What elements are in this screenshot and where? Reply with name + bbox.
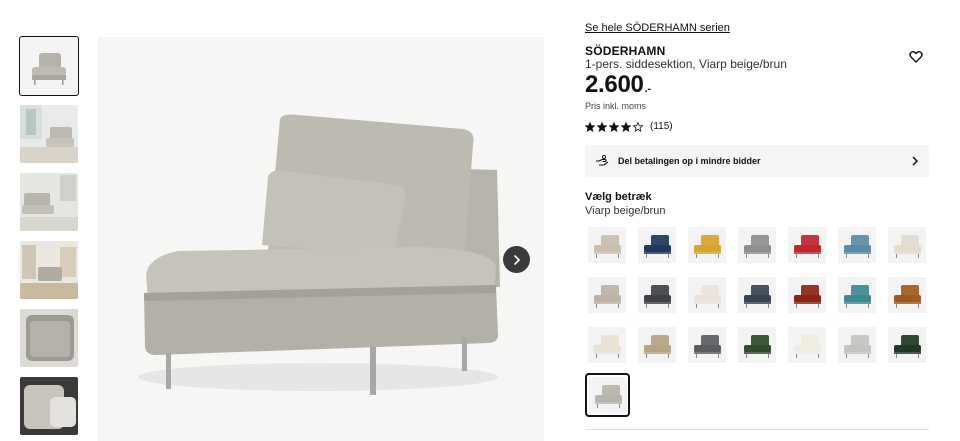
price-suffix: .- — [644, 83, 651, 95]
cover-swatch-slate[interactable] — [738, 277, 776, 313]
thumb-fabric-detail[interactable] — [20, 309, 78, 367]
cover-swatch-lightgrey[interactable] — [838, 327, 876, 363]
price-value: 2.600 — [585, 71, 644, 98]
star-filled-icon — [621, 121, 631, 132]
review-count: (115) — [650, 121, 673, 132]
swatch-chair-image — [688, 277, 726, 313]
vat-note: Pris inkl. moms — [585, 101, 647, 111]
hand-coin-icon — [596, 155, 609, 166]
chevron-right-icon — [912, 156, 919, 166]
swatch-chair-image — [588, 277, 626, 313]
cover-swatch-teal[interactable] — [838, 277, 876, 313]
divider — [585, 429, 929, 430]
swatch-chair-image — [588, 327, 626, 363]
cover-swatch-red[interactable] — [788, 227, 826, 263]
swatch-chair-image — [888, 227, 926, 263]
swatch-chair-image — [738, 277, 776, 313]
next-image-button[interactable] — [503, 246, 530, 273]
thumb-living-room[interactable] — [20, 241, 78, 299]
star-filled-icon — [585, 121, 595, 132]
cover-swatch-green[interactable] — [738, 327, 776, 363]
cover-swatch-ivory[interactable] — [588, 327, 626, 363]
chevron-right-icon — [513, 254, 520, 265]
cover-swatch-sand[interactable] — [638, 327, 676, 363]
price: 2.600.- — [585, 71, 651, 99]
cover-swatch-viarp[interactable] — [585, 373, 630, 417]
cover-swatch-rust[interactable] — [788, 277, 826, 313]
cover-swatch-ochre[interactable] — [888, 277, 926, 313]
thumb-product-front[interactable] — [19, 36, 79, 96]
swatch-chair-image — [838, 277, 876, 313]
cover-swatch-white[interactable] — [788, 327, 826, 363]
product-name: SÖDERHAMN — [585, 44, 666, 58]
thumb-cushion-detail[interactable] — [20, 377, 78, 435]
thumbnail-list — [19, 36, 79, 441]
swatch-chair-image — [638, 277, 676, 313]
rating-stars — [585, 121, 643, 132]
cover-swatch-offwhite[interactable] — [688, 277, 726, 313]
heart-icon[interactable] — [909, 50, 923, 64]
swatch-chair-image — [888, 327, 926, 363]
cover-swatch-blue[interactable] — [838, 227, 876, 263]
swatch-chair-image — [638, 227, 676, 263]
swatch-chair-image — [838, 227, 876, 263]
thumb-room-scene[interactable] — [20, 105, 78, 163]
cover-swatch-taupe[interactable] — [588, 277, 626, 313]
star-empty-icon — [633, 121, 643, 132]
cover-swatch-charcoal[interactable] — [638, 277, 676, 313]
thumb-room-scene-2[interactable] — [20, 173, 78, 231]
swatch-chair-image — [788, 327, 826, 363]
cover-swatch-yellow[interactable] — [688, 227, 726, 263]
swatch-chair-image — [688, 227, 726, 263]
product-description: 1-pers. siddesektion, Viarp beige/brun — [585, 57, 787, 71]
swatch-chair-image — [788, 227, 826, 263]
swatch-chair-image — [688, 327, 726, 363]
swatch-chair-image — [888, 277, 926, 313]
payment-split-banner[interactable]: Del betalingen op i mindre bidder — [585, 145, 929, 177]
star-filled-icon — [597, 121, 607, 132]
cover-swatch-darkgrey[interactable] — [688, 327, 726, 363]
star-filled-icon — [609, 121, 619, 132]
swatch-chair-image — [788, 277, 826, 313]
swatch-chair-image — [738, 227, 776, 263]
swatch-chair-image — [638, 327, 676, 363]
swatch-chair-image — [588, 377, 627, 413]
swatch-chair-image — [588, 227, 626, 263]
series-link[interactable]: Se hele SÖDERHAMN serien — [585, 22, 730, 34]
cover-swatch-grey[interactable] — [738, 227, 776, 263]
cover-swatch-beige[interactable] — [588, 227, 626, 263]
payment-split-label: Del betalingen op i mindre bidder — [618, 156, 761, 166]
cover-swatch-darkgreen[interactable] — [888, 327, 926, 363]
cover-swatch-navy[interactable] — [638, 227, 676, 263]
main-product-image — [98, 37, 544, 441]
cover-title: Vælg betræk — [585, 191, 652, 203]
cover-swatch-cream[interactable] — [888, 227, 926, 263]
rating[interactable]: (115) — [585, 121, 673, 132]
sofa-image — [98, 37, 544, 441]
cover-selected-value: Viarp beige/brun — [585, 205, 666, 217]
swatch-chair-image — [738, 327, 776, 363]
swatch-chair-image — [838, 327, 876, 363]
